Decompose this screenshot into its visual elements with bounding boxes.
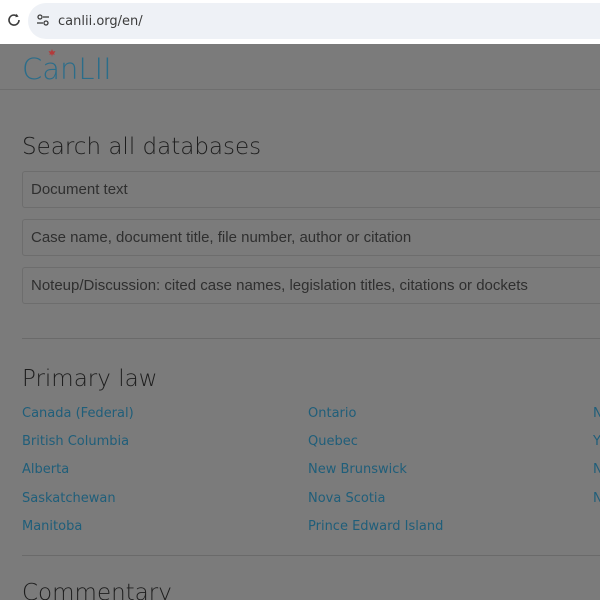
maple-leaf-icon (48, 49, 56, 57)
link-col3-3[interactable]: N (593, 462, 600, 477)
page-content: CanLII Search all databases Primary law … (0, 44, 600, 600)
commentary-title: Commentary (22, 580, 172, 600)
site-info-icon[interactable] (36, 13, 50, 27)
link-manitoba[interactable]: Manitoba (22, 519, 82, 534)
document-text-input[interactable] (22, 171, 600, 208)
link-col3-4[interactable]: N (593, 491, 600, 506)
browser-toolbar: canlii.org/en/ (0, 0, 600, 44)
section-divider (22, 338, 600, 339)
link-col3-2[interactable]: Y (593, 434, 600, 449)
link-ontario[interactable]: Ontario (308, 406, 356, 421)
link-saskatchewan[interactable]: Saskatchewan (22, 491, 116, 506)
link-british-columbia[interactable]: British Columbia (22, 434, 129, 449)
link-quebec[interactable]: Quebec (308, 434, 358, 449)
primary-law-title: Primary law (22, 366, 158, 392)
header-divider (0, 89, 600, 90)
noteup-input[interactable] (22, 267, 600, 304)
link-nova-scotia[interactable]: Nova Scotia (308, 491, 386, 506)
reload-icon[interactable] (6, 12, 22, 28)
url-text[interactable]: canlii.org/en/ (58, 14, 143, 29)
link-prince-edward-island[interactable]: Prince Edward Island (308, 519, 443, 534)
search-title: Search all databases (22, 134, 262, 160)
link-col3-1[interactable]: N (593, 406, 600, 421)
section-divider-2 (22, 555, 600, 556)
case-name-input[interactable] (22, 219, 600, 256)
link-new-brunswick[interactable]: New Brunswick (308, 462, 407, 477)
link-canada-federal[interactable]: Canada (Federal) (22, 406, 134, 421)
canlii-logo[interactable]: CanLII (22, 52, 112, 86)
link-alberta[interactable]: Alberta (22, 462, 69, 477)
